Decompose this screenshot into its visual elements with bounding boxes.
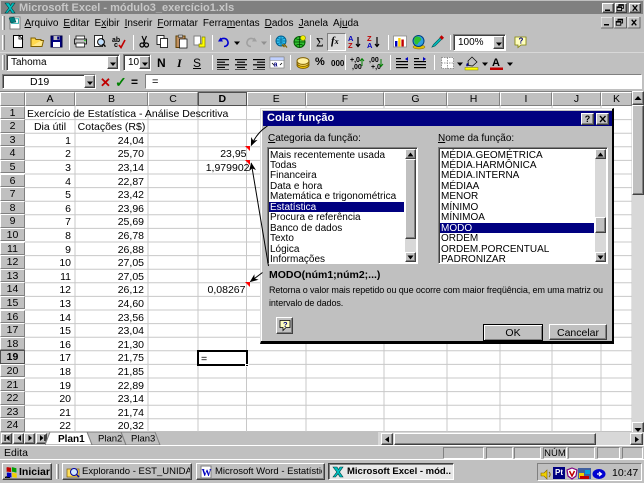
svg-text:,00: ,00 — [369, 57, 379, 64]
svg-text:,00: ,00 — [352, 64, 362, 71]
svg-text:?: ? — [283, 320, 288, 329]
svg-text:?: ? — [519, 37, 524, 46]
svg-text:Plan3: Plan3 — [131, 433, 155, 444]
svg-text:Σ: Σ — [316, 35, 324, 50]
svg-text:A: A — [367, 41, 373, 50]
svg-text:a: a — [274, 62, 278, 69]
svg-text:Plan2: Plan2 — [98, 433, 122, 444]
svg-text:W: W — [202, 468, 212, 479]
svg-text:c: c — [114, 42, 118, 49]
svg-text:Z: Z — [348, 41, 353, 50]
svg-text:A: A — [492, 57, 500, 69]
svg-text:Plan1: Plan1 — [58, 434, 85, 445]
svg-text:+,0: +,0 — [350, 57, 360, 64]
